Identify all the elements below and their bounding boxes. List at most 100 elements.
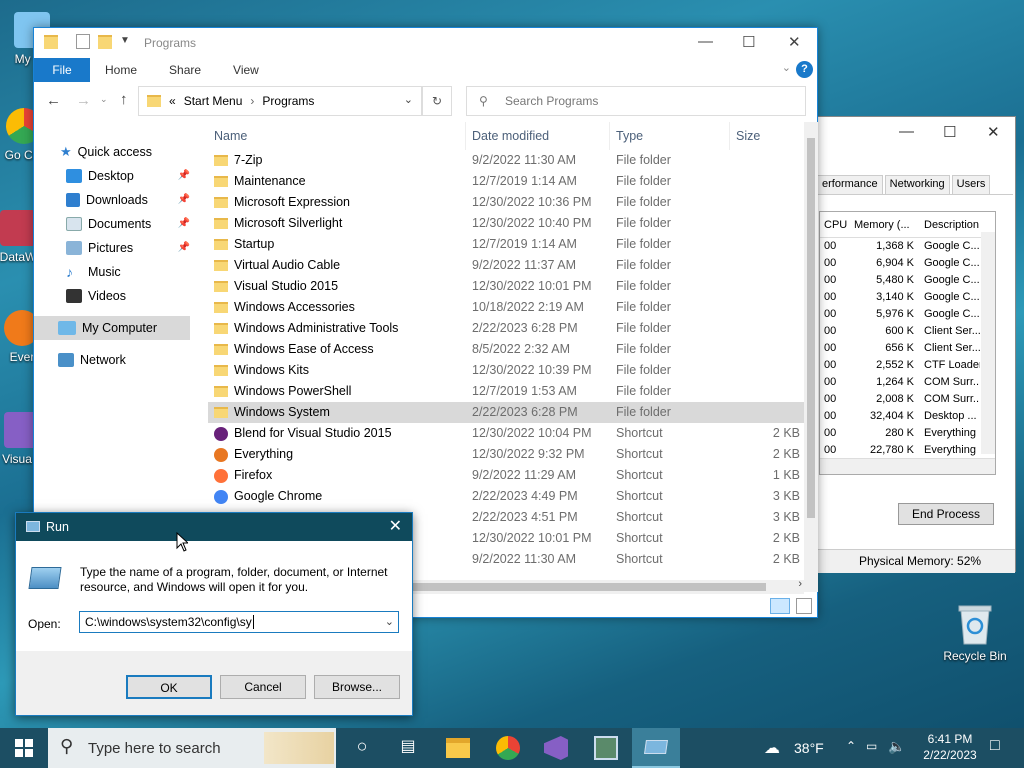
file-row[interactable]: Visual Studio 2015 12/30/2022 10:01 PM Fil… [208,276,804,297]
breadcrumb-start-menu[interactable]: Start Menu [184,94,243,108]
file-row[interactable]: Blend for Visual Studio 2015 12/30/2022 1… [208,423,804,444]
properties-icon[interactable] [76,34,90,49]
file-row[interactable]: 7-Zip 9/2/2022 11:30 AM File folder [208,150,804,171]
run-title-bar[interactable]: Run ✕ [16,513,412,541]
visual-studio-taskbar-icon[interactable] [544,736,568,760]
column-description[interactable]: Description [920,212,980,237]
task-manager-taskbar-icon[interactable] [594,736,618,760]
expand-ribbon-icon[interactable]: ⌄ [782,61,791,74]
large-icons-view-button[interactable] [796,598,812,614]
nav-quick-access[interactable]: ★ Quick access [34,140,194,164]
process-table[interactable]: CPU Memory (... Description 00 1,368 K Goo… [819,211,996,475]
close-button[interactable]: ✕ [788,33,801,51]
file-row[interactable]: Google Chrome 2/22/2023 4:49 PM Shortcut 3 … [208,486,804,507]
refresh-button[interactable]: ↻ [422,86,452,116]
widgets-icon[interactable]: ▤ [396,736,420,760]
browse-button[interactable]: Browse... [314,675,400,699]
nav-downloads[interactable]: Downloads 📌 [34,188,194,212]
end-process-button[interactable]: End Process [898,503,994,525]
column-date-modified[interactable]: Date modified [466,122,610,150]
nav-pictures[interactable]: Pictures 📌 [34,236,194,260]
minimize-button[interactable]: — [698,33,713,50]
tab-view[interactable]: View [217,63,275,77]
nav-videos[interactable]: Videos [34,284,194,308]
task-manager-window[interactable]: — ☐ ✕ erformance Networking Users CPU Me… [790,116,1016,573]
process-row[interactable]: 00 5,976 K Google C... [820,306,995,323]
nav-my-computer[interactable]: My Computer [34,316,190,340]
column-size[interactable]: Size [730,122,800,150]
tab-share[interactable]: Share [153,63,217,77]
column-cpu[interactable]: CPU [820,212,850,237]
file-row[interactable]: Windows PowerShell 12/7/2019 1:53 AM File … [208,381,804,402]
tab-users[interactable]: Users [951,175,991,194]
file-row[interactable]: Windows Ease of Access 8/5/2022 2:32 AM Fi… [208,339,804,360]
weather-temperature[interactable]: 38°F [794,740,824,756]
back-button[interactable]: ← [46,92,61,109]
column-memory[interactable]: Memory (... [850,212,920,237]
explorer-title-bar[interactable]: ▼ Programs — ☐ ✕ [34,28,817,58]
search-input[interactable]: ⚲ Search Programs [466,86,806,116]
process-row[interactable]: 00 600 K Client Ser... [820,323,995,340]
file-row[interactable]: Microsoft Expression 12/30/2022 10:36 PM F… [208,192,804,213]
file-row[interactable]: Windows Administrative Tools 2/22/2023 6:… [208,318,804,339]
process-row[interactable]: 00 656 K Client Ser... [820,340,995,357]
process-row[interactable]: 00 5,480 K Google C... [820,272,995,289]
quick-access-dropdown-icon[interactable]: ▼ [120,35,130,46]
start-button[interactable] [0,728,48,768]
task-view-icon[interactable]: ○ [350,736,374,760]
breadcrumb-separator[interactable]: › [250,94,254,108]
nav-network[interactable]: Network [34,348,194,372]
maximize-button[interactable]: ☐ [742,33,755,51]
new-folder-icon[interactable] [98,35,112,49]
file-row[interactable]: Windows Kits 12/30/2022 10:39 PM File fold… [208,360,804,381]
tab-home[interactable]: Home [90,63,153,77]
process-row[interactable]: 00 22,780 K Everything [820,442,995,459]
process-hscrollbar[interactable] [820,458,995,474]
address-dropdown-icon[interactable]: ⌄ [404,93,413,106]
volume-icon[interactable]: 🔈 [888,738,905,755]
taskbar-search-input[interactable]: ⚲ Type here to search [48,728,336,768]
nav-documents[interactable]: Documents 📌 [34,212,194,236]
weather-icon[interactable]: ☁ [764,738,780,758]
process-row[interactable]: 00 280 K Everything [820,425,995,442]
open-input[interactable]: C:\windows\system32\config\sy ⌄ [79,611,399,633]
open-dropdown-icon[interactable]: ⌄ [385,612,394,632]
process-row[interactable]: 00 6,904 K Google C... [820,255,995,272]
run-dialog[interactable]: Run ✕ Type the name of a program, folder… [15,512,413,716]
forward-button[interactable]: → [76,92,91,109]
tab-file[interactable]: File [34,58,90,82]
nav-desktop[interactable]: Desktop 📌 [34,164,194,188]
file-explorer-taskbar-icon[interactable] [446,738,470,758]
close-button[interactable]: ✕ [987,123,1000,141]
minimize-button[interactable]: — [899,123,914,140]
process-row[interactable]: 00 3,140 K Google C... [820,289,995,306]
nav-music[interactable]: ♪ Music [34,260,194,284]
tab-performance[interactable]: erformance [817,175,883,194]
breadcrumb-overflow[interactable]: « [169,94,176,108]
process-row[interactable]: 00 1,368 K Google C... [820,238,995,255]
process-row[interactable]: 00 32,404 K Desktop ... [820,408,995,425]
address-bar[interactable]: « Start Menu › Programs ⌄ [138,86,422,116]
close-button[interactable]: ✕ [389,513,402,541]
clock-date[interactable]: 2/22/2023 [920,748,980,762]
breadcrumb-programs[interactable]: Programs [262,94,314,108]
process-row[interactable]: 00 1,264 K COM Surr... [820,374,995,391]
run-taskbar-button[interactable] [632,728,680,768]
ok-button[interactable]: OK [126,675,212,699]
show-hidden-icons[interactable]: ⌃ [846,739,856,753]
chrome-taskbar-icon[interactable] [496,736,520,760]
recent-locations-icon[interactable]: ⌄ [100,94,108,105]
file-row[interactable]: Virtual Audio Cable 9/2/2022 11:37 AM File… [208,255,804,276]
tab-networking[interactable]: Networking [884,175,950,194]
up-button[interactable]: ↑ [120,91,128,108]
desktop-icon-recycle-bin[interactable]: Recycle Bin [942,602,1008,663]
file-row[interactable]: Firefox 9/2/2022 11:29 AM Shortcut 1 KB [208,465,804,486]
file-list-vscrollbar[interactable] [804,122,818,592]
file-row[interactable]: Windows Accessories 10/18/2022 2:19 AM Fil… [208,297,804,318]
process-row[interactable]: 00 2,008 K COM Surr... [820,391,995,408]
network-icon[interactable]: ▭ [866,739,877,753]
file-row[interactable]: Maintenance 12/7/2019 1:14 AM File folder [208,171,804,192]
notifications-icon[interactable]: □ [990,737,1000,755]
file-row[interactable]: Windows System 2/22/2023 6:28 PM File fold… [208,402,804,423]
file-row[interactable]: Microsoft Silverlight 12/30/2022 10:40 PM… [208,213,804,234]
